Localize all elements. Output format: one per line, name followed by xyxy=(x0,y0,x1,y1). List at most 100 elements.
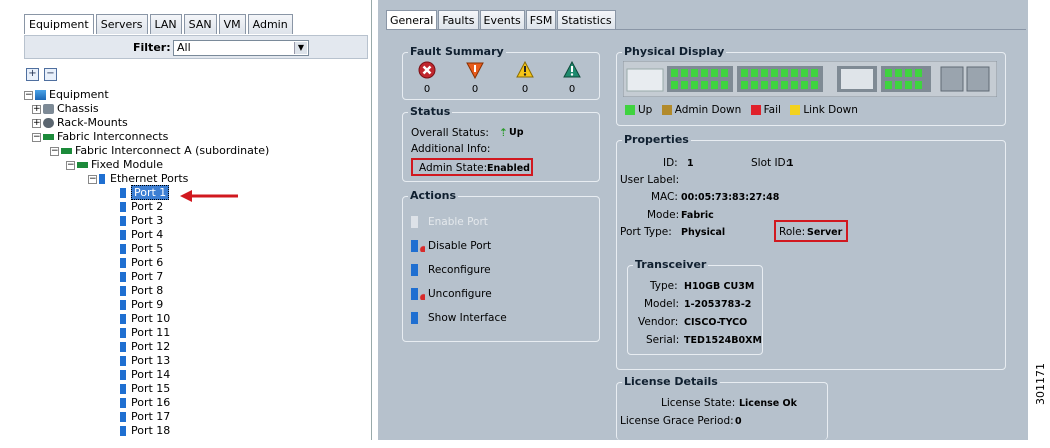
tab-fsm[interactable]: FSM xyxy=(525,10,557,29)
unconfigure-action[interactable]: Unconfigure xyxy=(411,285,492,303)
tree-label: Port 2 xyxy=(131,200,164,213)
port-type-value: Physical xyxy=(681,227,726,238)
tree-node-fixed-module[interactable]: − Fixed Module xyxy=(66,158,163,172)
expand-all-button[interactable]: + xyxy=(26,68,39,81)
vendor-value: CISCO-TYCO xyxy=(684,317,748,328)
ethernet-port-icon xyxy=(120,342,128,352)
ethernet-port-icon xyxy=(120,356,128,366)
reconfigure-action[interactable]: Reconfigure xyxy=(411,261,491,279)
tree-label: Port 12 xyxy=(131,340,171,353)
type-value: H10GB CU3M xyxy=(684,281,755,292)
ethernet-port-icon xyxy=(120,258,128,268)
license-state-value: License Ok xyxy=(739,398,797,409)
tab-equipment[interactable]: Equipment xyxy=(24,14,94,34)
fault-count: 0 xyxy=(521,84,529,95)
collapse-icon[interactable]: − xyxy=(88,174,97,184)
tree-node-rack-mounts[interactable]: + Rack-Mounts xyxy=(32,116,128,130)
legend-label: Up xyxy=(638,104,653,116)
highlight-box xyxy=(774,220,848,242)
tab-admin[interactable]: Admin xyxy=(247,14,293,34)
show-interface-action[interactable]: Show Interface xyxy=(411,309,507,327)
vendor-label: Vendor: xyxy=(638,316,679,328)
fault-count: 0 xyxy=(568,84,576,95)
warning-fault-indicator[interactable]: 0 xyxy=(560,60,584,95)
tree-label: Fabric Interconnect A (subordinate) xyxy=(75,144,270,157)
expand-icon[interactable]: + xyxy=(32,104,41,114)
tab-servers[interactable]: Servers xyxy=(95,14,148,34)
critical-fault-indicator[interactable]: 0 xyxy=(415,61,439,95)
tree-label-selected: Port 1 xyxy=(131,185,170,200)
tab-vm[interactable]: VM xyxy=(218,14,246,34)
tree-label: Rack-Mounts xyxy=(57,116,128,129)
collapse-icon[interactable]: − xyxy=(24,90,33,100)
fault-count: 0 xyxy=(471,84,479,95)
license-state-label: License State: xyxy=(661,397,736,409)
ethernet-port-icon xyxy=(120,328,128,338)
enable-port-action[interactable]: Enable Port xyxy=(411,213,488,231)
tree-node-port[interactable]: Port 18 xyxy=(120,424,170,438)
collapse-icon[interactable]: − xyxy=(32,132,41,142)
tree-node-port[interactable]: Port 12 xyxy=(120,340,170,354)
tree-node-port[interactable]: Port 2 xyxy=(120,200,163,214)
action-label: Disable Port xyxy=(428,240,492,252)
mode-label: Mode: xyxy=(647,209,680,221)
filter-select[interactable]: All ▼ xyxy=(173,40,309,56)
tree-node-port[interactable]: Port 6 xyxy=(120,256,163,270)
license-grace-label: License Grace Period: xyxy=(620,415,734,427)
fabric-interconnect-faceplate[interactable] xyxy=(623,61,997,97)
physical-display-panel: Physical Display Up Admin Down Fail Link… xyxy=(616,45,1006,126)
disable-port-action[interactable]: Disable Port xyxy=(411,237,491,255)
tree-node-port[interactable]: Port 17 xyxy=(120,410,170,424)
major-fault-indicator[interactable]: 0 xyxy=(463,61,487,95)
tree-node-port[interactable]: Port 10 xyxy=(120,312,170,326)
tree-node-chassis[interactable]: + Chassis xyxy=(32,102,99,116)
tree-node-fabric-interconnect-a[interactable]: − Fabric Interconnect A (subordinate) xyxy=(50,144,269,158)
figure-number: 301171 xyxy=(1034,363,1047,405)
ethernet-port-icon xyxy=(120,188,128,198)
tree-node-port[interactable]: Port 14 xyxy=(120,368,170,382)
tab-general[interactable]: General xyxy=(386,10,438,29)
tree-node-equipment[interactable]: − Equipment xyxy=(24,88,109,102)
tab-statistics[interactable]: Statistics xyxy=(557,10,616,29)
minor-icon xyxy=(516,60,534,78)
fabric-interconnect-icon xyxy=(61,148,72,154)
legend-label: Link Down xyxy=(803,104,858,116)
expand-icon[interactable]: + xyxy=(32,118,41,128)
fault-count: 0 xyxy=(423,84,431,95)
tab-san[interactable]: SAN xyxy=(183,14,217,34)
tree-label: Ethernet Ports xyxy=(110,172,189,185)
tab-events[interactable]: Events xyxy=(479,10,525,29)
ethernet-port-icon xyxy=(120,398,128,408)
tree-node-fabric-interconnects[interactable]: − Fabric Interconnects xyxy=(32,130,168,144)
collapse-icon[interactable]: − xyxy=(66,160,75,170)
tree-node-port[interactable]: Port 15 xyxy=(120,382,170,396)
chevron-down-icon[interactable]: ▼ xyxy=(294,42,307,54)
tree-node-port[interactable]: Port 3 xyxy=(120,214,163,228)
collapse-all-button[interactable]: − xyxy=(44,68,57,81)
filter-label: Filter: xyxy=(133,41,171,54)
tree-node-port[interactable]: Port 5 xyxy=(120,242,163,256)
tree-label: Port 8 xyxy=(131,284,164,297)
tree-node-port[interactable]: Port 7 xyxy=(120,270,163,284)
panel-title: Transceiver xyxy=(633,258,709,271)
tree-node-port[interactable]: Port 11 xyxy=(120,326,170,340)
fabric-interconnect-icon xyxy=(43,134,54,140)
minor-fault-indicator[interactable]: 0 xyxy=(513,60,537,95)
tree-node-port[interactable]: Port 4 xyxy=(120,228,163,242)
fault-summary-panel: Fault Summary 0 0 0 0 xyxy=(402,45,600,100)
tree-node-ethernet-ports[interactable]: − Ethernet Ports xyxy=(88,172,188,186)
tree-node-port[interactable]: Port 8 xyxy=(120,284,163,298)
tab-lan[interactable]: LAN xyxy=(149,14,182,34)
tree-node-port[interactable]: Port 9 xyxy=(120,298,163,312)
tab-faults[interactable]: Faults xyxy=(438,10,479,29)
action-label: Show Interface xyxy=(428,312,507,324)
tree-label: Port 7 xyxy=(131,270,164,283)
link-down-legend-swatch xyxy=(790,105,801,115)
tree-node-port[interactable]: Port 1 xyxy=(120,185,170,200)
tree-node-port[interactable]: Port 16 xyxy=(120,396,170,410)
collapse-icon[interactable]: − xyxy=(50,146,59,156)
ethernet-port-icon xyxy=(120,412,128,422)
rack-mount-icon xyxy=(43,118,54,128)
tree-node-port[interactable]: Port 13 xyxy=(120,354,170,368)
tree-label: Port 9 xyxy=(131,298,164,311)
